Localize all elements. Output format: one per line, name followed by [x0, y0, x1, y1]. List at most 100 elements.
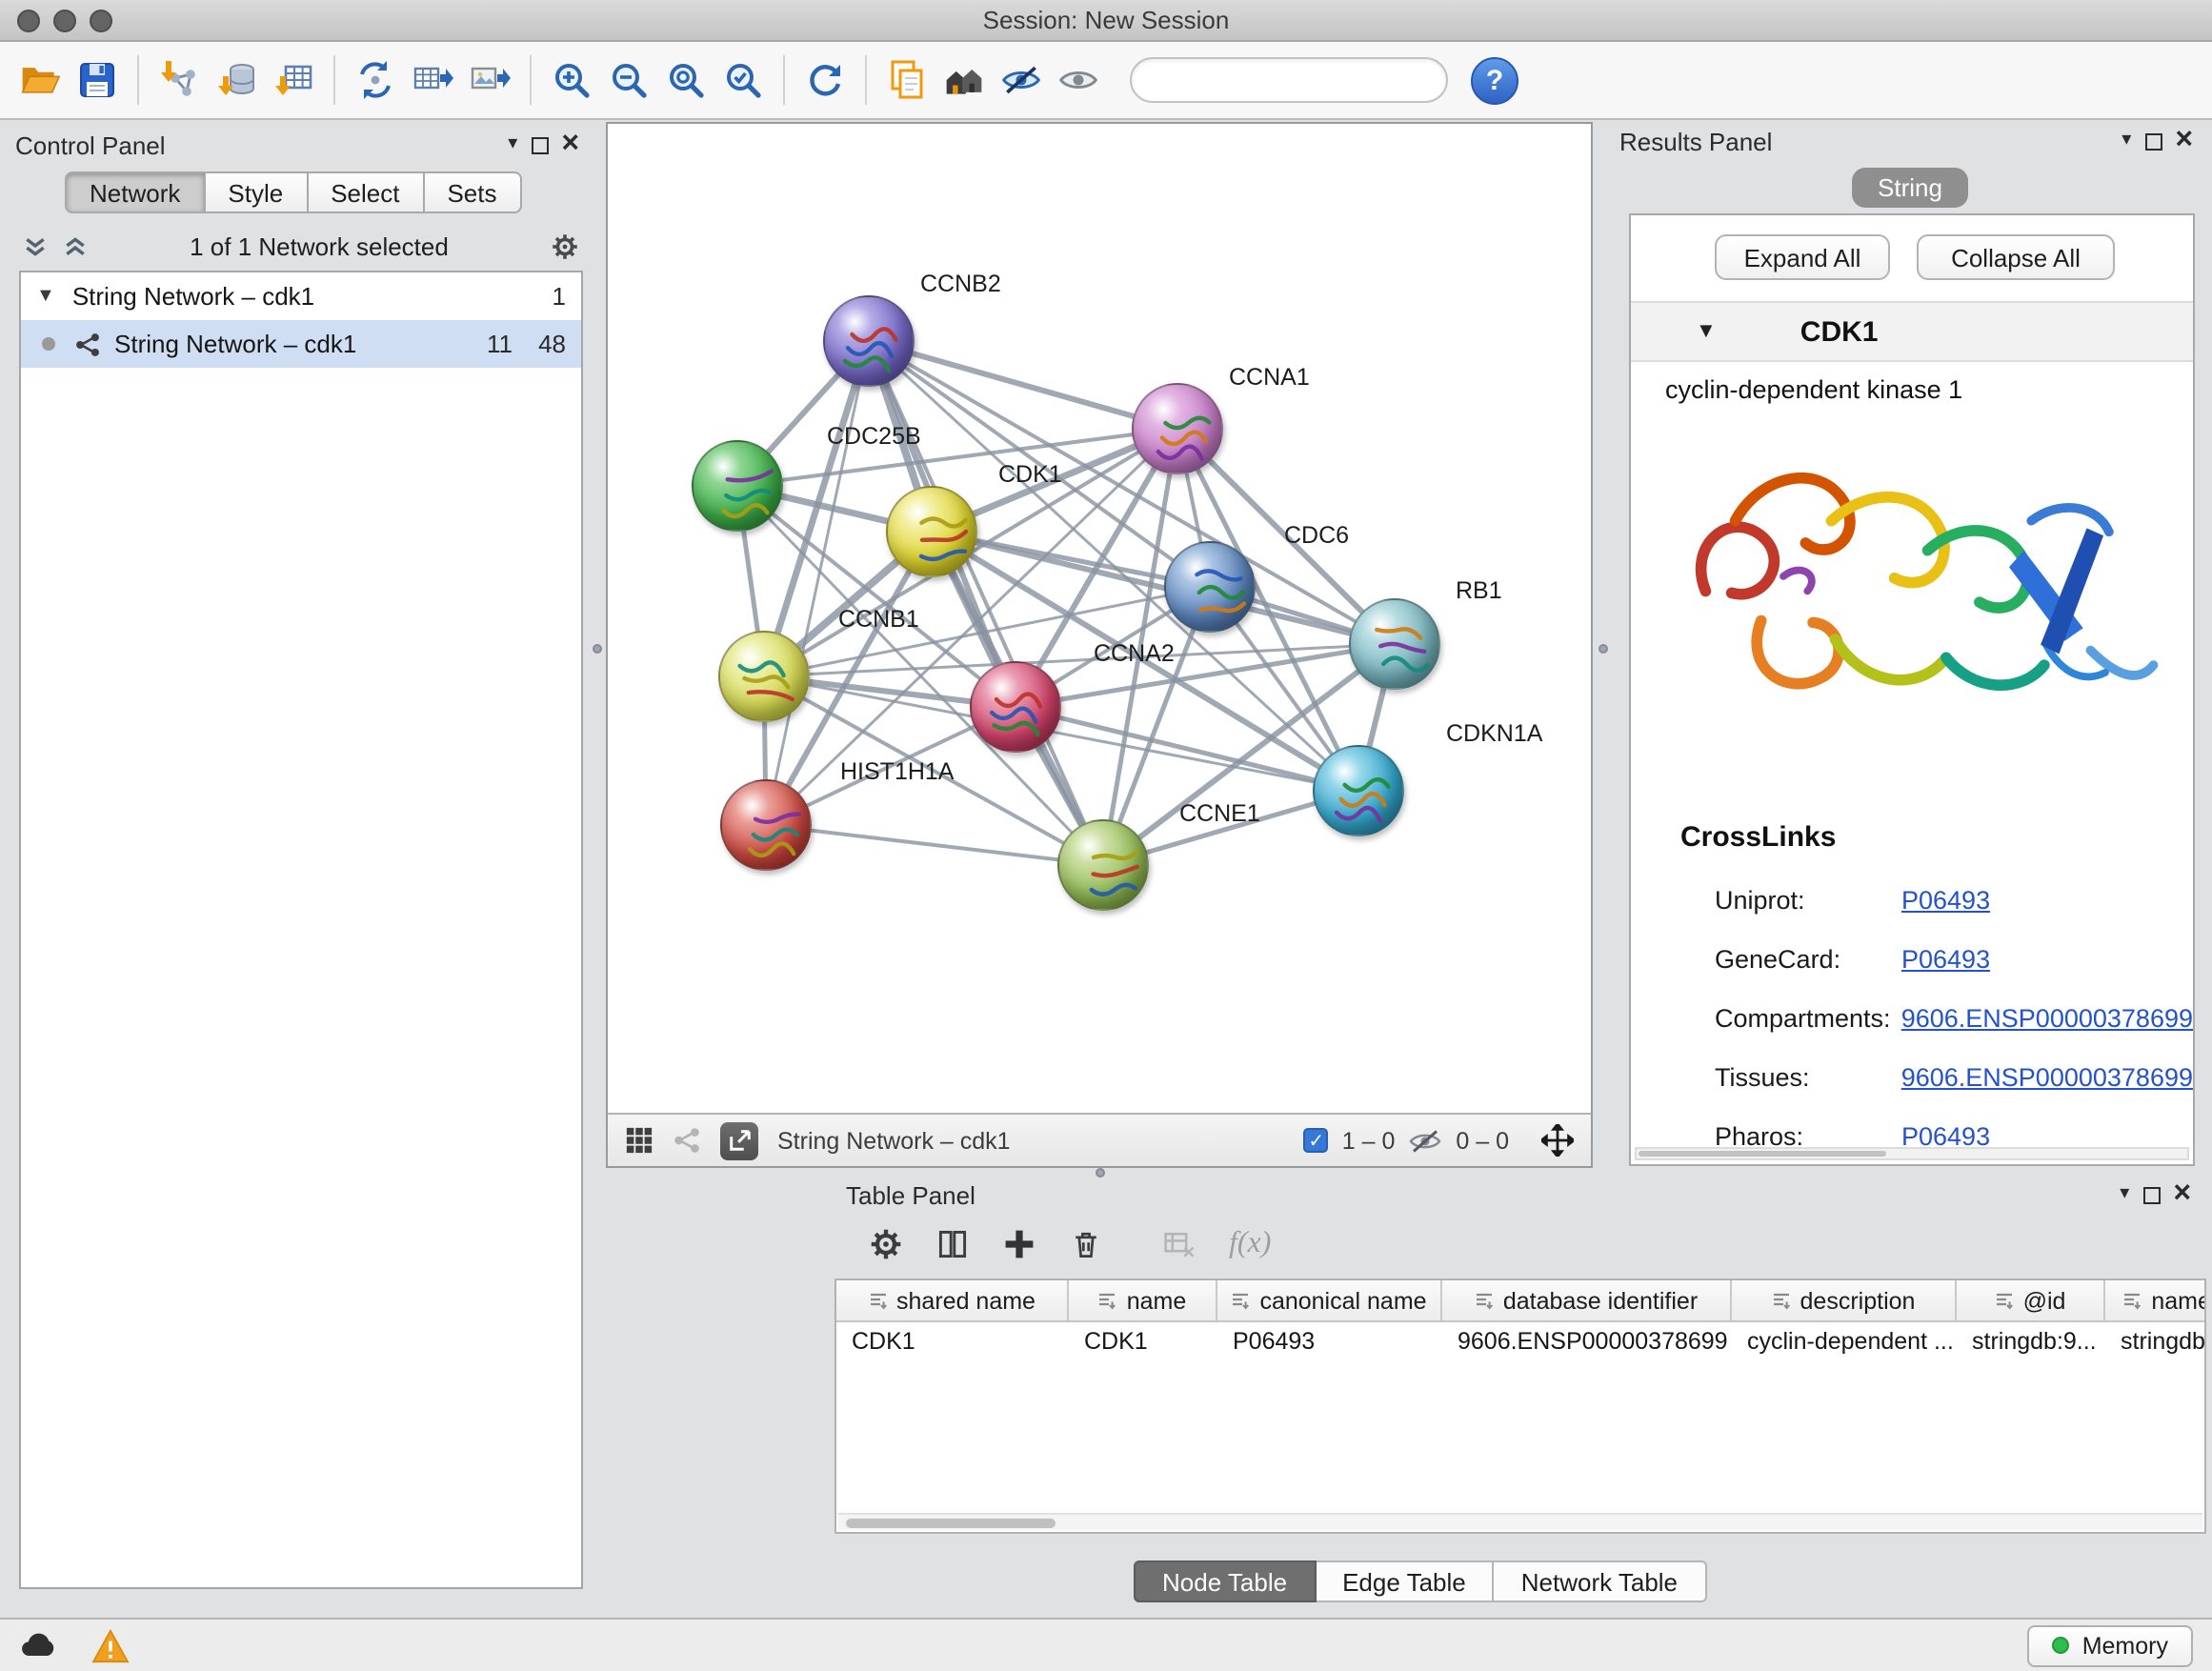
table-data-row[interactable]: CDK1CDK1P064939606.ENSP00000378699cyclin…	[836, 1322, 2204, 1360]
selected-checkbox-icon[interactable]: ✓	[1304, 1128, 1329, 1153]
gene-section-header[interactable]: ▼ CDK1	[1631, 301, 2193, 362]
column-header--id[interactable]: @id	[1957, 1280, 2105, 1320]
column-header-canonical-name[interactable]: canonical name	[1217, 1280, 1442, 1320]
zoom-selected-button[interactable]	[714, 48, 772, 112]
table-cell[interactable]: cyclin-dependent ...	[1732, 1322, 1957, 1360]
cloud-icon	[19, 1631, 61, 1660]
column-header-database-identifier[interactable]: database identifier	[1442, 1280, 1732, 1320]
network-canvas[interactable]: CCNB2CCNA1CDC25BCDK1CDC6RB1CCNB1CCNA2CDK…	[608, 124, 1591, 1113]
node-CCNE1[interactable]	[1057, 819, 1149, 911]
tree-expand-caret-icon[interactable]: ▼	[36, 286, 55, 307]
panel-close-button[interactable]: ×	[561, 130, 579, 160]
window-minimize-button[interactable]	[53, 10, 76, 32]
window-close-button[interactable]	[17, 10, 40, 32]
panel-menu-caret-icon[interactable]: ▾	[2122, 131, 2131, 151]
network-collection-row[interactable]: ▼ String Network – cdk1 1	[21, 272, 581, 320]
import-table-button[interactable]	[265, 48, 322, 112]
splitter-handle[interactable]	[1599, 644, 1608, 654]
home-button[interactable]	[935, 48, 993, 112]
panel-close-button[interactable]: ×	[2175, 126, 2193, 156]
gear-icon[interactable]	[551, 232, 579, 260]
export-image-button[interactable]	[461, 48, 518, 112]
memory-button[interactable]: Memory	[2027, 1624, 2193, 1666]
results-horizontal-scrollbar[interactable]	[1635, 1147, 2189, 1160]
table-cell[interactable]: P06493	[1217, 1322, 1442, 1360]
column-header-shared-name[interactable]: shared name	[836, 1280, 1069, 1320]
tab-network-table[interactable]: Network Table	[1495, 1560, 1706, 1602]
import-network-database-button[interactable]	[208, 48, 265, 112]
panel-float-button[interactable]	[2144, 132, 2162, 150]
column-header-name[interactable]: name	[1069, 1280, 1217, 1320]
network-title: String Network – cdk1	[777, 1127, 1011, 1154]
help-button[interactable]: ?	[1471, 56, 1518, 104]
tab-edge-table[interactable]: Edge Table	[1316, 1560, 1495, 1602]
node-CDC25B[interactable]	[692, 440, 783, 532]
crosslink-link[interactable]: P06493	[1901, 945, 1990, 974]
zoom-out-button[interactable]	[600, 48, 657, 112]
add-column-icon[interactable]	[1002, 1227, 1036, 1261]
node-CCNA2[interactable]	[970, 661, 1061, 753]
table-cell[interactable]: stringdb:9...	[1957, 1322, 2105, 1360]
save-session-button[interactable]	[69, 48, 126, 112]
gene-collapse-caret-icon[interactable]: ▼	[1696, 320, 1717, 343]
show-columns-icon[interactable]	[935, 1227, 970, 1261]
tab-node-table[interactable]: Node Table	[1134, 1560, 1316, 1602]
import-network-file-button[interactable]	[151, 48, 208, 112]
table-cell[interactable]: CDK1	[1069, 1322, 1217, 1360]
panel-menu-caret-icon[interactable]: ▾	[508, 135, 517, 154]
node-CCNB2[interactable]	[823, 295, 915, 387]
splitter-handle[interactable]	[593, 644, 602, 654]
tab-network[interactable]: Network	[65, 171, 205, 213]
table-cell[interactable]: 9606.ENSP00000378699	[1442, 1322, 1732, 1360]
node-RB1[interactable]	[1349, 598, 1440, 690]
search-input[interactable]	[1156, 67, 1452, 93]
node-HIST1H1A[interactable]	[720, 779, 812, 871]
tab-sets[interactable]: Sets	[424, 171, 521, 213]
node-CCNB1[interactable]	[718, 631, 810, 722]
open-in-new-window-button[interactable]	[720, 1121, 758, 1159]
tab-style[interactable]: Style	[205, 171, 308, 213]
crosslink-link[interactable]: 9606.ENSP00000378699	[1901, 1063, 2193, 1092]
panel-float-button[interactable]	[2142, 1186, 2160, 1203]
crosshair-icon[interactable]	[1541, 1124, 1574, 1157]
table-cell[interactable]: CDK1	[836, 1322, 1069, 1360]
table-horizontal-scrollbar[interactable]	[838, 1513, 2202, 1530]
node-CDK1[interactable]	[886, 486, 977, 577]
expand-all-button[interactable]: Expand All	[1715, 234, 1890, 280]
panel-menu-caret-icon[interactable]: ▾	[2120, 1185, 2129, 1204]
crosslink-link[interactable]: P06493	[1901, 886, 1990, 915]
results-tab-string[interactable]: String	[1851, 168, 1969, 208]
hide-selected-button[interactable]	[993, 48, 1050, 112]
column-header-namespac[interactable]: namespac	[2105, 1280, 2206, 1320]
open-session-button[interactable]	[11, 48, 69, 112]
share-network-icon[interactable]	[673, 1126, 701, 1155]
show-all-button[interactable]	[1050, 48, 1107, 112]
tab-select[interactable]: Select	[308, 171, 424, 213]
collapse-all-button[interactable]: Collapse All	[1917, 234, 2115, 280]
cloud-status-button[interactable]	[19, 1631, 61, 1660]
node-CDC6[interactable]	[1164, 541, 1256, 633]
copy-button[interactable]	[878, 48, 935, 112]
expand-all-icon[interactable]	[63, 233, 88, 258]
delete-column-trash-icon[interactable]	[1069, 1227, 1103, 1261]
refresh-view-button[interactable]	[796, 48, 854, 112]
collapse-all-icon[interactable]	[23, 233, 48, 258]
column-header-description[interactable]: description	[1732, 1280, 1957, 1320]
zoom-in-button[interactable]	[543, 48, 600, 112]
table-settings-gear-icon[interactable]	[869, 1227, 903, 1261]
window-zoom-button[interactable]	[90, 10, 112, 32]
crosslink-link[interactable]: 9606.ENSP00000378699	[1901, 1004, 2193, 1033]
network-row[interactable]: String Network – cdk1 11 48	[21, 320, 581, 368]
clone-network-button[interactable]	[347, 48, 404, 112]
panel-float-button[interactable]	[531, 136, 548, 153]
birds-eye-grid-icon[interactable]	[625, 1126, 654, 1155]
node-CDKN1A[interactable]	[1313, 745, 1404, 836]
node-label-CCNB1: CCNB1	[838, 606, 919, 633]
table-cell[interactable]: stringdb	[2105, 1322, 2206, 1360]
hidden-eye-slash-icon[interactable]	[1408, 1127, 1442, 1154]
fit-content-button[interactable]	[657, 48, 714, 112]
warnings-button[interactable]	[91, 1628, 130, 1662]
panel-close-button[interactable]: ×	[2173, 1179, 2191, 1210]
export-table-button[interactable]	[404, 48, 461, 112]
node-CCNA1[interactable]	[1132, 383, 1223, 474]
